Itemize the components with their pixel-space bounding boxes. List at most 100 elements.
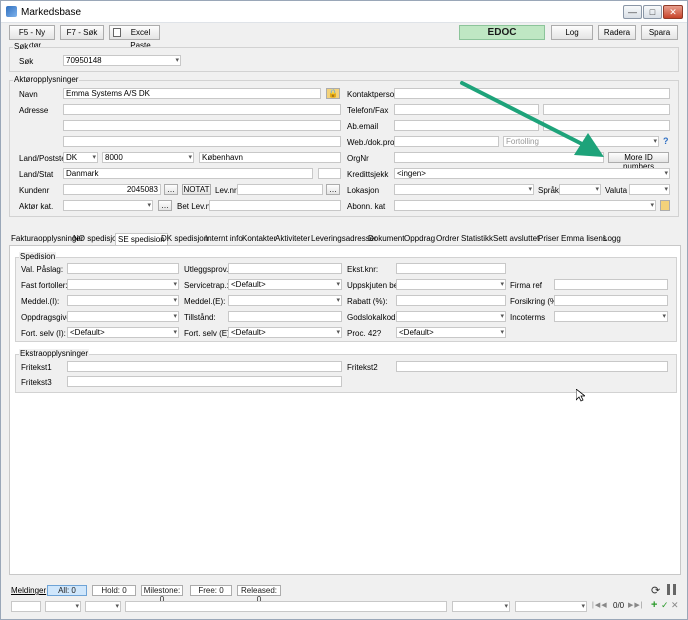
filter-box-5[interactable]: ▾ [452, 601, 510, 612]
fritekst3-input[interactable] [67, 376, 342, 387]
fast-fortoller-label: Fast fortoller: [21, 281, 68, 290]
zip-combobox[interactable]: 8000 ▾ [102, 152, 194, 163]
state-input[interactable] [318, 168, 341, 179]
close-button[interactable]: ✕ [663, 5, 683, 19]
filter-hold-button[interactable]: Hold: 0 [92, 585, 136, 596]
proc42-combobox[interactable]: <Default> ▾ [396, 327, 506, 338]
help-icon[interactable]: ? [663, 136, 669, 146]
name-label: Navn [19, 90, 38, 99]
tab-sett-avsluttet[interactable]: Sett avsluttet [491, 233, 541, 245]
pager-prev-icons[interactable]: |◀◀ [592, 601, 608, 609]
location-label: Lokasjon [347, 186, 380, 195]
actor-cat-combobox[interactable]: ▾ [63, 200, 153, 211]
save-button[interactable]: Spara [641, 25, 678, 40]
city-input[interactable]: København [199, 152, 341, 163]
filter-box-1[interactable] [11, 601, 41, 612]
tab-internt-info[interactable]: Internt info [203, 233, 245, 245]
tab-logg[interactable]: Logg [601, 233, 623, 245]
cancel-icon[interactable]: ✕ [671, 600, 679, 611]
filter-released-button[interactable]: Released: 0 [237, 585, 281, 604]
refresh-icon[interactable]: ⟳ [651, 584, 660, 597]
more-id-numbers-button[interactable]: More ID numbers [608, 152, 669, 171]
order-supplier-label: Bet Lev.nr [177, 202, 213, 211]
tab-ordrer[interactable]: Ordrer [434, 233, 461, 245]
check-icon[interactable]: ✓ [661, 600, 669, 611]
chevron-down-icon: ▾ [75, 603, 79, 610]
credit-check-combobox[interactable]: <ingen> ▾ [394, 168, 670, 179]
customer-no-input[interactable]: 2045083 [63, 184, 161, 195]
folder-icon[interactable] [660, 200, 670, 211]
filter-box-6[interactable]: ▾ [515, 601, 587, 612]
meddel-i-label: Meddel.(I): [21, 297, 60, 306]
supplier-no-lookup-button[interactable]: … [326, 184, 340, 195]
filter-box-2[interactable]: ▾ [45, 601, 81, 612]
subscription-cat-combobox[interactable]: ▾ [394, 200, 656, 211]
tab-dokument[interactable]: Dokument [366, 233, 406, 245]
delete-button[interactable]: Radera [598, 25, 636, 40]
servicetrap-combobox[interactable]: <Default> ▾ [228, 279, 342, 290]
val-paslag-label: Val. Påslag: [21, 265, 64, 274]
order-supplier-input[interactable] [209, 200, 341, 211]
location-combobox[interactable]: ▾ [394, 184, 534, 195]
tab-aktiviteter[interactable]: Aktiviteter [273, 233, 312, 245]
add-row-icon[interactable]: + [651, 599, 657, 611]
uppskjuten-combobox[interactable]: ▾ [396, 279, 506, 290]
meddel-i-combobox[interactable]: ▾ [67, 295, 179, 306]
forsikring-input[interactable] [554, 295, 668, 306]
country-name-input[interactable]: Danmark [63, 168, 313, 179]
filter-box-3[interactable]: ▾ [85, 601, 121, 612]
filter-free-button[interactable]: Free: 0 [190, 585, 232, 596]
chevron-down-icon: ▾ [92, 154, 96, 161]
tab-statistikk[interactable]: Statistikk [459, 233, 495, 245]
excel-paste-button[interactable]: Excel Paste [109, 25, 160, 50]
columns-icon[interactable] [667, 584, 676, 595]
rabatt-input[interactable] [396, 295, 506, 306]
firma-ref-label: Firma ref [510, 281, 542, 290]
tab-priser[interactable]: Priser [536, 233, 561, 245]
pager-next-icons[interactable]: ▶▶| [628, 601, 644, 609]
name-value: Emma Systems A/S DK [66, 89, 151, 98]
new-actor-button[interactable]: F5 - Ny aktør [9, 25, 55, 50]
filter-all-button[interactable]: All: 0 [47, 585, 87, 596]
minimize-button[interactable]: — [623, 5, 642, 19]
firma-ref-input[interactable] [554, 279, 668, 290]
fast-fortoller-combobox[interactable]: ▾ [67, 279, 179, 290]
maximize-button[interactable]: □ [643, 5, 662, 19]
val-paslag-input[interactable] [67, 263, 179, 274]
name-input[interactable]: Emma Systems A/S DK [63, 88, 321, 99]
customer-no-lookup-button[interactable]: … [164, 184, 178, 195]
actor-cat-lookup-button[interactable]: … [158, 200, 172, 211]
utleggsprov-input[interactable] [228, 263, 342, 274]
address-line2-input[interactable] [63, 120, 341, 131]
currency-combobox[interactable]: ▾ [629, 184, 670, 195]
fritekst1-input[interactable] [67, 361, 342, 372]
edoc-button[interactable]: EDOC [459, 25, 545, 40]
godslokalkod-combobox[interactable]: ▾ [396, 311, 506, 322]
language-combobox[interactable]: ▾ [559, 184, 601, 195]
filter-milestone-button[interactable]: Milestone: 0 [141, 585, 183, 604]
tillstand-input[interactable] [228, 311, 342, 322]
app-window: Markedsbase — □ ✕ F5 - Ny aktør F7 - Søk… [0, 0, 688, 620]
notat-button[interactable]: NOTAT [182, 184, 211, 195]
lock-icon[interactable]: 🔒 [326, 88, 340, 99]
subscription-cat-label: Abonn. kat [347, 202, 386, 211]
fort-selv-i-combobox[interactable]: <Default> ▾ [67, 327, 179, 338]
search-combobox[interactable]: 70950148 ▾ [63, 55, 181, 66]
ekst-knr-input[interactable] [396, 263, 506, 274]
oppdragsgiver-combobox[interactable]: ▾ [67, 311, 179, 322]
tab-oppdrag[interactable]: Oppdrag [402, 233, 437, 245]
log-button[interactable]: Log [551, 25, 593, 40]
fort-selv-e-combobox[interactable]: <Default> ▾ [228, 327, 342, 338]
address-line3-input[interactable] [63, 136, 341, 147]
search-button[interactable]: F7 - Søk [60, 25, 104, 40]
country-state-label: Land/Stat [19, 170, 54, 179]
filter-box-4[interactable] [125, 601, 447, 612]
meddel-e-combobox[interactable]: ▾ [228, 295, 342, 306]
incoterms-combobox[interactable]: ▾ [554, 311, 668, 322]
mouse-cursor-icon [576, 389, 585, 402]
address-line1-input[interactable] [63, 104, 341, 115]
country-code-combobox[interactable]: DK ▾ [63, 152, 98, 163]
chevron-down-icon: ▾ [188, 154, 192, 161]
fritekst2-input[interactable] [396, 361, 668, 372]
supplier-no-input[interactable] [237, 184, 323, 195]
